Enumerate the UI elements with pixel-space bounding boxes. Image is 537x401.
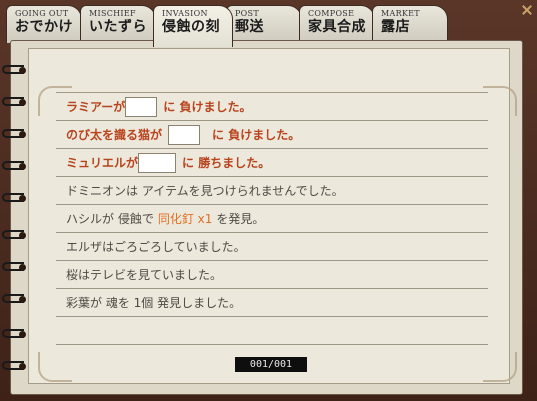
tab-sub-label: POST (235, 9, 259, 18)
close-icon[interactable] (521, 4, 533, 16)
corner-ornament (483, 86, 517, 116)
log-entry-battle: ラミアーが に 負けました。 (56, 93, 488, 121)
log-entry-battle: のび太を識る猫が に 負けました。 (56, 121, 488, 149)
binder-ring (2, 96, 30, 108)
invasion-log: ラミアーが に 負けました。 のび太を識る猫が に 負けました。 ミュリエルが … (56, 93, 488, 345)
battle-result: に 勝ちました。 (182, 156, 271, 170)
tab-post[interactable]: POST 郵送 (226, 5, 302, 43)
tab-mischief[interactable]: MISCHIEF いたずら (80, 5, 156, 43)
binder-ring (2, 261, 30, 273)
log-entry-battle: ミュリエルが に 勝ちました。 (56, 149, 488, 177)
item-link[interactable]: 同化釘 x1 (158, 210, 213, 227)
log-entry-empty (56, 317, 488, 345)
opponent-slot[interactable] (125, 96, 158, 117)
binder-ring (2, 192, 30, 204)
character-name: ラミアーが (66, 100, 126, 114)
log-entry: ドミニオンは アイテムを見つけられませんでした。 (56, 177, 488, 205)
log-entry: ハシルが 侵蝕で 同化釘 x1 を発見。 (56, 205, 488, 233)
tab-sub-label: GOING OUT (15, 9, 69, 18)
tab-sub-label: COMPOSE (308, 9, 355, 18)
tab-sub-label: MARKET (381, 9, 420, 18)
binder-ring (2, 360, 30, 372)
tab-sub-label: INVASION (162, 9, 208, 18)
binder-ring (2, 293, 30, 305)
corner-ornament (38, 352, 72, 382)
tab-label: 露店 (381, 19, 410, 35)
tab-label: おでかけ (15, 19, 73, 35)
opponent-slot[interactable] (138, 152, 177, 173)
log-text: ドミニオンは アイテムを見つけられませんでした。 (66, 184, 344, 198)
binder-ring (2, 128, 30, 140)
binder-ring (2, 160, 30, 172)
tab-sub-label: MISCHIEF (89, 9, 136, 18)
binder-ring (2, 328, 30, 340)
page-counter: 001/001 (235, 357, 307, 372)
tab-going-out[interactable]: GOING OUT おでかけ (6, 5, 82, 43)
tab-market[interactable]: MARKET 露店 (372, 5, 448, 43)
battle-result: に 負けました。 (163, 100, 252, 114)
binder-ring (2, 64, 30, 76)
tab-label: 侵蝕の刻 (162, 19, 220, 35)
log-text: エルザはごろごろしていました。 (66, 240, 246, 254)
corner-ornament (483, 352, 517, 382)
tab-label: 郵送 (235, 19, 264, 35)
battle-result: に 負けました。 (212, 128, 301, 142)
log-entry: エルザはごろごろしていました。 (56, 233, 488, 261)
log-text: 桜はテレビを見ていました。 (66, 268, 223, 282)
opponent-slot[interactable] (168, 124, 201, 145)
log-text: 彩葉が 魂を 1個 発見しました。 (66, 296, 242, 310)
character-name: のび太を識る猫が (66, 128, 163, 142)
log-text: ハシルが 侵蝕で (66, 212, 154, 226)
character-name: ミュリエルが (66, 156, 139, 170)
log-entry: 彩葉が 魂を 1個 発見しました。 (56, 289, 488, 317)
tab-label: 家具合成 (308, 19, 366, 35)
binder-ring (2, 229, 30, 241)
log-text: を発見。 (216, 212, 265, 226)
tab-invasion[interactable]: INVASION 侵蝕の刻 (153, 5, 233, 47)
tab-label: いたずら (89, 19, 147, 35)
log-entry: 桜はテレビを見ていました。 (56, 261, 488, 289)
tab-compose[interactable]: COMPOSE 家具合成 (299, 5, 375, 43)
